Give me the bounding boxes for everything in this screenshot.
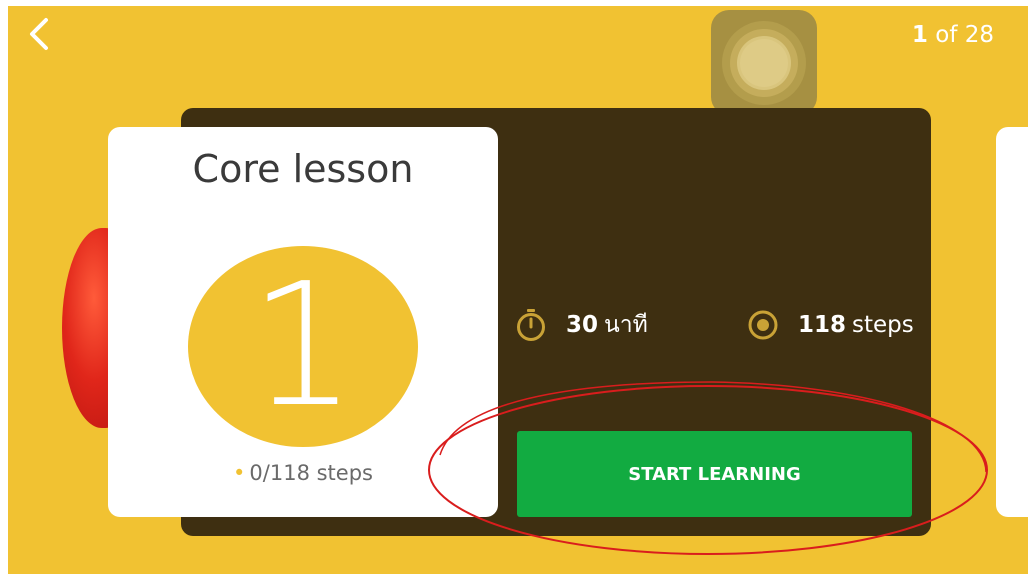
progress-dot-icon: • (233, 461, 246, 485)
lesson-screen: 1 of 28 Core lesson 1 • 0/118 steps 30 นา… (8, 6, 1028, 574)
lesson-progress: • 0/118 steps (108, 461, 498, 485)
floating-orb-button[interactable] (711, 10, 817, 115)
target-icon (748, 310, 778, 340)
duration-unit: นาที (604, 312, 648, 338)
page-total: of 28 (935, 22, 994, 48)
page-current: 1 (911, 22, 928, 48)
chevron-left-icon (30, 18, 48, 50)
lesson-number: 1 (248, 247, 358, 445)
lesson-card[interactable]: Core lesson 1 • 0/118 steps (108, 127, 498, 517)
steps-unit: steps (852, 312, 914, 338)
orb-icon (722, 21, 806, 105)
stopwatch-icon (517, 309, 545, 341)
lesson-number-badge: 1 (188, 246, 418, 447)
start-learning-button[interactable]: START LEARNING (517, 431, 912, 517)
steps-value: 118 (798, 312, 847, 338)
lesson-progress-text: 0/118 steps (249, 461, 373, 485)
page-counter: 1 of 28 (912, 22, 994, 48)
duration-stat: 30 นาที (514, 305, 648, 345)
lesson-title: Core lesson (192, 147, 414, 191)
back-button[interactable] (24, 16, 54, 52)
duration-value: 30 (566, 312, 599, 338)
steps-stat: 118 steps (746, 305, 914, 345)
next-lesson-card-peek[interactable] (996, 127, 1028, 517)
